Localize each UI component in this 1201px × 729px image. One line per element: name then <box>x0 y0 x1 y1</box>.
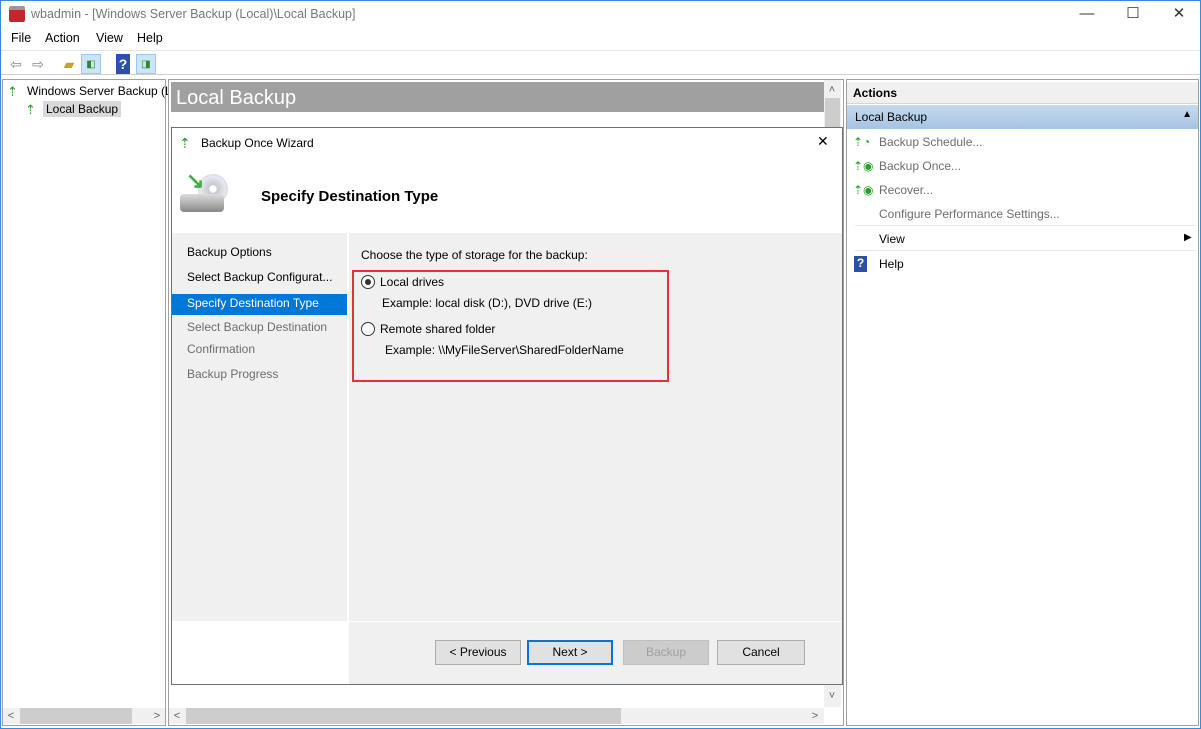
show-tree-icon[interactable]: ◧ <box>81 54 101 74</box>
recover-icon: ⇡◉ <box>853 183 874 197</box>
help-icon[interactable]: ? <box>116 54 130 74</box>
step-specify-destination-type: Specify Destination Type <box>172 294 347 315</box>
menu-view[interactable]: View <box>96 31 123 45</box>
tree-root[interactable]: Windows Server Backup (L <box>27 84 172 98</box>
divider <box>855 225 1195 226</box>
backup-once-icon: ⇡◉ <box>853 159 874 173</box>
menu-action[interactable]: Action <box>45 31 80 45</box>
step-backup-options: Backup Options <box>187 245 272 259</box>
remote-shared-folder-example: Example: \\MyFileServer\SharedFolderName <box>385 343 624 357</box>
collapse-icon: ▲ <box>1182 109 1192 120</box>
section-label: Local Backup <box>855 110 928 124</box>
action-view[interactable]: View <box>879 232 905 246</box>
wizard-content: Choose the type of storage for the backu… <box>349 233 842 621</box>
tree-pane: ⇡ Windows Server Backup (L ⇡ Local Backu… <box>2 79 172 726</box>
local-drives-label[interactable]: Local drives <box>380 275 444 289</box>
submenu-arrow-icon: ▶ <box>1184 232 1192 243</box>
menu-bar: File Action View Help <box>1 29 1200 49</box>
cancel-button[interactable]: Cancel <box>717 640 805 665</box>
remote-shared-folder-label[interactable]: Remote shared folder <box>380 322 495 336</box>
wizard-title: Backup Once Wizard <box>201 136 314 150</box>
backup-button[interactable]: Backup <box>623 640 709 665</box>
action-help[interactable]: Help <box>879 257 904 271</box>
previous-button[interactable]: < Previous <box>435 640 521 665</box>
up-folder-icon[interactable]: ▰ <box>59 54 79 74</box>
local-drives-example: Example: local disk (D:), DVD drive (E:) <box>382 296 593 310</box>
actions-title: Actions <box>847 82 1198 104</box>
backup-icon: ⇡ <box>7 84 18 99</box>
actions-section-local-backup[interactable]: Local Backup ▲ <box>847 105 1198 129</box>
wizard-icon: ⇡ <box>179 135 191 151</box>
action-recover[interactable]: Recover... <box>879 183 933 197</box>
maximize-button[interactable]: ☐ <box>1110 1 1156 29</box>
backup-drive-icon: ↘ <box>180 168 230 216</box>
local-drives-radio[interactable] <box>361 275 375 289</box>
action-backup-once[interactable]: Backup Once... <box>879 159 961 173</box>
storage-prompt: Choose the type of storage for the backu… <box>361 248 588 262</box>
action-backup-schedule[interactable]: Backup Schedule... <box>879 135 982 149</box>
toolbar: ⇦ ⇨ ▰ ◧ ? ◨ <box>1 50 1200 75</box>
action-configure-performance[interactable]: Configure Performance Settings... <box>879 207 1060 221</box>
minimize-button[interactable]: — <box>1064 1 1110 29</box>
tree-item-local-backup[interactable]: Local Backup <box>43 101 122 117</box>
backup-schedule-icon: ⇡◔ <box>853 135 871 149</box>
step-backup-progress: Backup Progress <box>187 367 279 381</box>
title-bar: wbadmin - [Windows Server Backup (Local)… <box>1 1 1200 29</box>
backup-once-wizard: ⇡ Backup Once Wizard ✕ ↘ Specify Destina… <box>171 127 843 685</box>
forward-icon[interactable]: ⇨ <box>28 54 48 74</box>
wizard-close-button[interactable]: ✕ <box>817 133 829 150</box>
remote-shared-folder-radio[interactable] <box>361 322 375 336</box>
close-button[interactable]: ✕ <box>1156 1 1201 29</box>
window-title: wbadmin - [Windows Server Backup (Local)… <box>31 7 356 21</box>
wizard-steps: Backup Options Select Backup Configurat.… <box>172 233 347 621</box>
tree-horizontal-scrollbar[interactable]: < > <box>3 708 165 724</box>
next-button[interactable]: Next > <box>527 640 613 665</box>
menu-file[interactable]: File <box>11 31 31 45</box>
step-select-backup-destination: Select Backup Destination <box>187 320 328 334</box>
menu-help[interactable]: Help <box>137 31 163 45</box>
backup-icon: ⇡ <box>25 102 36 117</box>
app-icon <box>9 6 25 22</box>
center-horizontal-scrollbar[interactable]: < > <box>169 708 824 724</box>
help-icon: ? <box>854 256 867 272</box>
divider <box>855 250 1195 251</box>
step-select-backup-configuration: Select Backup Configurat... <box>187 270 333 284</box>
back-icon[interactable]: ⇦ <box>6 54 26 74</box>
actions-pane: Actions Local Backup ▲ ⇡◔ Backup Schedul… <box>846 79 1199 726</box>
wizard-heading: Specify Destination Type <box>261 188 439 205</box>
show-action-pane-icon[interactable]: ◨ <box>136 54 156 74</box>
center-header: Local Backup <box>171 82 824 112</box>
step-confirmation: Confirmation <box>187 342 256 356</box>
